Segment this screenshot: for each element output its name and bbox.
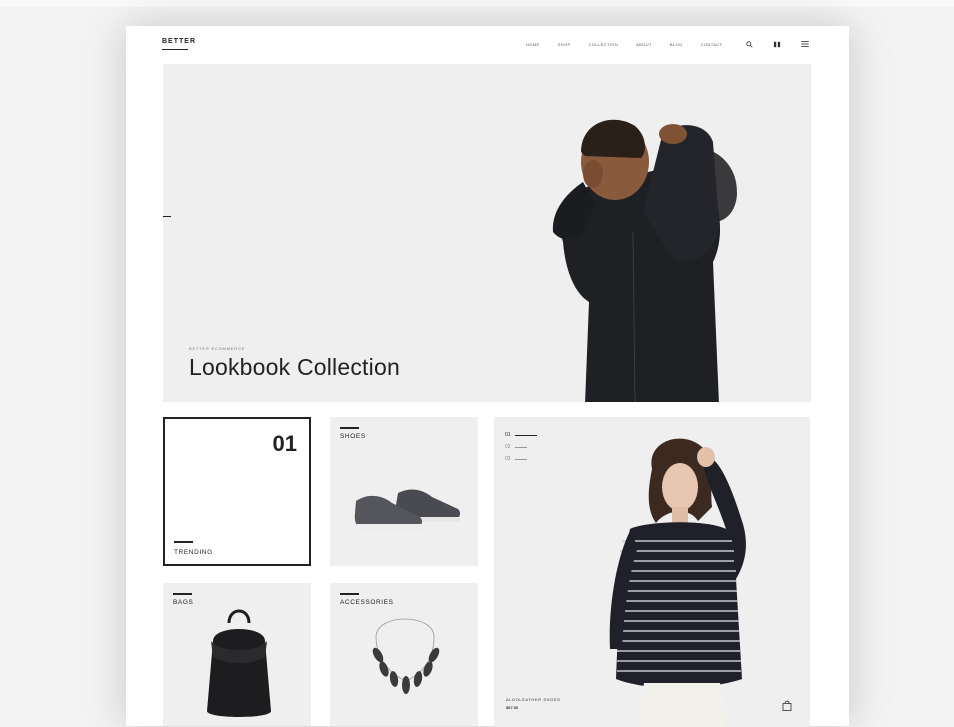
tile-shoes[interactable]: SHOES — [330, 417, 478, 566]
slide-indicator-line — [515, 434, 537, 436]
shopping-bag-icon[interactable] — [782, 698, 792, 711]
header-icons — [744, 39, 828, 49]
slide-number: 02 — [505, 444, 511, 450]
hero-banner[interactable]: 01 02 03 BETTER ECOMMERCE Lookbook Colle… — [163, 64, 811, 402]
screen-top-band — [0, 0, 954, 7]
feature-caption: ALDOLEATHER SHOES — [506, 697, 561, 702]
feature-slide-3[interactable]: 03 — [505, 453, 537, 465]
tile-label-accessories: ACCESSORIES — [340, 599, 394, 606]
slide-indicator-line — [515, 446, 527, 448]
tile-bar — [340, 593, 359, 595]
nav-item-collection[interactable]: Collection — [589, 42, 619, 47]
website-mockup: BETTER Home Shop Collection About Blog C… — [126, 26, 849, 727]
tile-bags[interactable]: BAGS — [163, 583, 311, 726]
tile-label-trending: TRENDING — [174, 549, 213, 556]
hero-kicker: BETTER ECOMMERCE — [189, 346, 246, 351]
backpack-image — [207, 609, 271, 717]
tile-bar — [174, 541, 193, 543]
hero-title[interactable]: Lookbook Collection — [189, 354, 400, 381]
feature-banner[interactable]: 01 02 03 ALDOLEATHER SHOES $67.00 — [494, 417, 810, 727]
nav-item-home[interactable]: Home — [526, 42, 540, 47]
main-nav: Home Shop Collection About Blog Contact — [526, 42, 740, 47]
slide-indicator-line — [515, 458, 527, 460]
slide-number: 01 — [505, 432, 511, 438]
hero-slide-2[interactable]: 02 — [163, 222, 179, 234]
feature-slide-2[interactable]: 02 — [505, 441, 537, 453]
tile-trending[interactable]: 01 TRENDING — [163, 417, 311, 566]
shoes-image — [354, 489, 461, 530]
tile-bar — [173, 593, 192, 595]
tile-bar — [340, 427, 359, 429]
trending-number: 01 — [272, 431, 297, 456]
tile-label-bags: BAGS — [173, 599, 194, 606]
search-icon[interactable] — [744, 39, 754, 49]
menu-icon[interactable] — [800, 39, 810, 49]
nav-item-blog[interactable]: Blog — [670, 42, 683, 47]
feature-slide-1[interactable]: 01 — [505, 429, 537, 441]
slide-number: 03 — [505, 456, 511, 462]
user-icon[interactable] — [772, 39, 782, 49]
feature-model-image — [609, 438, 746, 727]
feature-price: $67.00 — [506, 705, 519, 710]
necklace-image — [372, 618, 440, 694]
nav-item-contact[interactable]: Contact — [701, 42, 723, 47]
hero-model-image — [523, 92, 763, 402]
hero-slide-3[interactable]: 03 — [163, 234, 179, 246]
nav-item-shop[interactable]: Shop — [558, 42, 571, 47]
nav-item-about[interactable]: About — [636, 42, 652, 47]
hero-slide-1[interactable]: 01 — [163, 210, 179, 222]
feature-slide-index: 01 02 03 — [505, 429, 537, 465]
tile-accessories[interactable]: ACCESSORIES — [330, 583, 478, 726]
hero-slide-index: 01 02 03 — [163, 210, 179, 246]
slide-indicator-line — [163, 215, 171, 217]
site-logo[interactable]: BETTER — [162, 38, 196, 50]
tile-label-shoes: SHOES — [340, 433, 366, 440]
